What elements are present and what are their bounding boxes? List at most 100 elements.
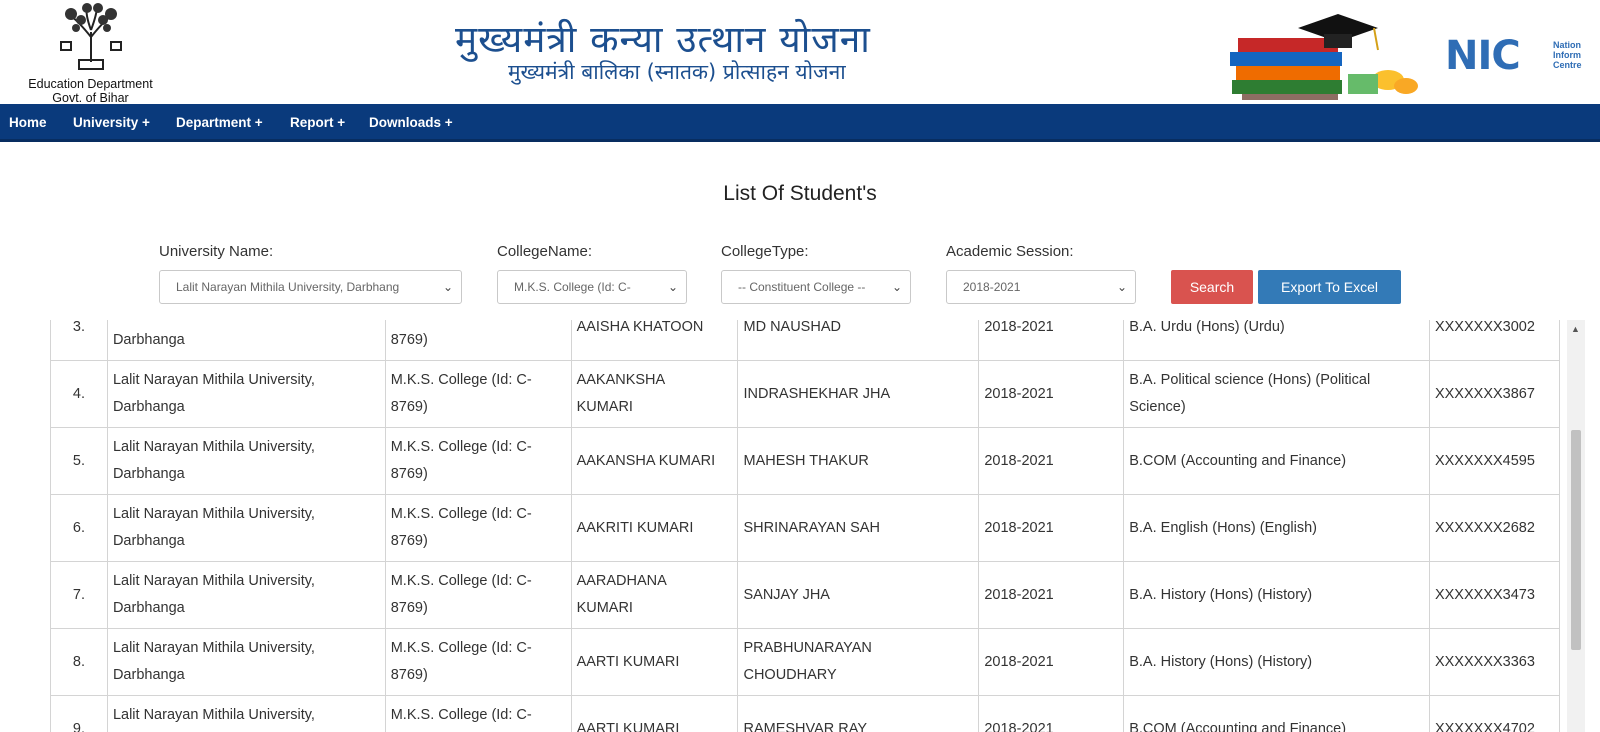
nic-logo[interactable]: NIC Nation Inform Centre — [1445, 36, 1600, 76]
main-nav: Home University + Department + Report + … — [0, 104, 1600, 142]
cell-student: AAISHA KHATOON — [570, 320, 739, 361]
cell-father: INDRASHEKHAR JHA — [737, 360, 980, 428]
university-label: University Name: — [159, 243, 274, 260]
cell-father: MD NAUSHAD — [737, 320, 980, 361]
cell-student: AARADHANA KUMARI — [570, 561, 739, 629]
cell-sn: 4. — [50, 360, 108, 428]
nav-home[interactable]: Home — [9, 115, 47, 130]
cell-aadhaar: XXXXXXX4702 — [1428, 695, 1560, 732]
cell-sn: 8. — [50, 628, 108, 696]
cell-course: B.COM (Accounting and Finance) — [1123, 695, 1430, 732]
nav-university[interactable]: University + — [73, 115, 150, 130]
table-row: 9.Lalit Narayan Mithila University,Darbh… — [50, 695, 1560, 732]
table-scrollbar[interactable]: ▲ — [1567, 320, 1585, 732]
table-row: 6. Lalit Narayan Mithila University, Darbh… — [50, 494, 1560, 562]
cell-course: B.A. English (Hons) (English) — [1123, 494, 1430, 562]
cell-university: Lalit Narayan Mithila University,Darbhan… — [106, 320, 386, 361]
cell-aadhaar: XXXXXXX3363 — [1428, 628, 1560, 696]
cell-aadhaar: XXXXXXX4595 — [1428, 427, 1560, 495]
nic-logo-text: NIC — [1445, 33, 1521, 79]
table-row: 4. Lalit Narayan Mithila University, Darbh… — [50, 360, 1560, 428]
cell-college: M.K.S. College (Id: C-8769) — [384, 360, 572, 428]
cell-college: M.K.S. College (Id: C-8769) — [384, 494, 572, 562]
bodhi-tree-emblem-icon — [59, 3, 122, 70]
student-table-container: 3.Lalit Narayan Mithila University,Darbh… — [50, 320, 1560, 732]
table-row: 3.Lalit Narayan Mithila University,Darbh… — [50, 320, 1560, 361]
cell-university: Lalit Narayan Mithila University,Darbhan… — [106, 695, 386, 732]
cell-university: Lalit Narayan Mithila University,Darbhan… — [106, 628, 386, 696]
cell-father: MAHESH THAKUR — [737, 427, 980, 495]
cell-course: B.A. History (Hons) (History) — [1123, 561, 1430, 629]
site-header: Education Department Govt. of Bihar मुख्… — [0, 0, 1600, 105]
chevron-down-icon: ⌄ — [891, 280, 902, 294]
scroll-thumb[interactable] — [1571, 430, 1581, 650]
cell-session: 2018-2021 — [978, 628, 1125, 696]
cell-university: Lalit Narayan Mithila University,Darbhan… — [106, 427, 386, 495]
college-type-label: CollegeType: — [721, 243, 809, 260]
cell-sn: 6. — [50, 494, 108, 562]
export-excel-button[interactable]: Export To Excel — [1258, 270, 1401, 304]
cell-sn: 7. — [50, 561, 108, 629]
cell-college: M.K.S. College (Id: C-8769) — [384, 561, 572, 629]
cell-university: Lalit Narayan Mithila University,Darbhan… — [106, 561, 386, 629]
govt-name: Govt. of Bihar — [52, 91, 129, 105]
cell-college: M.K.S. College (Id: C-8769) — [384, 695, 572, 732]
page-title: List Of Student's — [723, 182, 877, 205]
cell-session: 2018-2021 — [978, 561, 1125, 629]
cell-session: 2018-2021 — [978, 360, 1125, 428]
scheme-subtitle: मुख्यमंत्री बालिका (स्नातक) प्रोत्साहन य… — [508, 60, 846, 84]
cell-college: M.K.S. College (Id: C-8769) — [384, 628, 572, 696]
cell-college: M.K.S. College (Id: C-8769) — [384, 427, 572, 495]
cell-university: Lalit Narayan Mithila University,Darbhan… — [106, 494, 386, 562]
cell-session: 2018-2021 — [978, 320, 1125, 361]
college-select[interactable]: M.K.S. College (Id: C- ⌄ — [497, 270, 687, 304]
cell-aadhaar: XXXXXXX3002 — [1428, 320, 1560, 361]
cell-course: B.A. History (Hons) (History) — [1123, 628, 1430, 696]
cell-session: 2018-2021 — [978, 695, 1125, 732]
cell-father: SHRINARAYAN SAH — [737, 494, 980, 562]
cell-aadhaar: XXXXXXX3473 — [1428, 561, 1560, 629]
college-type-select[interactable]: -- Constituent College -- ⌄ — [721, 270, 911, 304]
chevron-down-icon: ⌄ — [1116, 280, 1127, 294]
table-row: 5. Lalit Narayan Mithila University, Darbh… — [50, 427, 1560, 495]
cell-sn: 5. — [50, 427, 108, 495]
student-table: 3.Lalit Narayan Mithila University,Darbh… — [50, 320, 1560, 732]
chevron-down-icon: ⌄ — [442, 280, 453, 294]
cell-course: B.A. Urdu (Hons) (Urdu) — [1123, 320, 1430, 361]
nic-full-name: Nation Inform Centre — [1553, 40, 1582, 70]
cell-session: 2018-2021 — [978, 427, 1125, 495]
cell-sn: 3. — [50, 320, 108, 361]
dept-name: Education Department — [28, 77, 153, 91]
cell-father: PRABHUNARAYAN CHOUDHARY — [737, 628, 980, 696]
cell-student: AAKANKSHA KUMARI — [570, 360, 739, 428]
session-label: Academic Session: — [946, 243, 1074, 260]
cell-university: Lalit Narayan Mithila University,Darbhan… — [106, 360, 386, 428]
cell-college: M.K.S. College (Id: C-8769) — [384, 320, 572, 361]
cell-aadhaar: XXXXXXX3867 — [1428, 360, 1560, 428]
books-graduation-cap-icon — [1230, 14, 1418, 100]
nav-downloads[interactable]: Downloads + — [369, 115, 453, 130]
university-select[interactable]: Lalit Narayan Mithila University, Darbha… — [159, 270, 462, 304]
cell-student: AARTI KUMARI — [570, 628, 739, 696]
cell-session: 2018-2021 — [978, 494, 1125, 562]
cell-sn: 9. — [50, 695, 108, 732]
cell-course: B.A. Political science (Hons) (Political… — [1123, 360, 1430, 428]
scroll-up-arrow-icon[interactable]: ▲ — [1571, 324, 1580, 334]
table-row: 8. Lalit Narayan Mithila University, Darbh… — [50, 628, 1560, 696]
cell-student: AAKRITI KUMARI — [570, 494, 739, 562]
bihar-logo[interactable]: Education Department Govt. of Bihar — [8, 2, 173, 105]
cell-aadhaar: XXXXXXX2682 — [1428, 494, 1560, 562]
session-select[interactable]: 2018-2021 ⌄ — [946, 270, 1136, 304]
cell-father: SANJAY JHA — [737, 561, 980, 629]
cell-course: B.COM (Accounting and Finance) — [1123, 427, 1430, 495]
table-row: 7. Lalit Narayan Mithila University, Darbh… — [50, 561, 1560, 629]
nav-department[interactable]: Department + — [176, 115, 263, 130]
college-label: CollegeName: — [497, 243, 593, 260]
cell-student: AAKANSHA KUMARI — [570, 427, 739, 495]
scheme-title: मुख्यमंत्री कन्या उत्थान योजना — [455, 18, 871, 61]
search-button[interactable]: Search — [1171, 270, 1253, 304]
cell-student: AARTI KUMARI — [570, 695, 739, 732]
cell-father: RAMESHVAR RAY — [737, 695, 980, 732]
nav-report[interactable]: Report + — [290, 115, 345, 130]
chevron-down-icon: ⌄ — [667, 280, 678, 294]
